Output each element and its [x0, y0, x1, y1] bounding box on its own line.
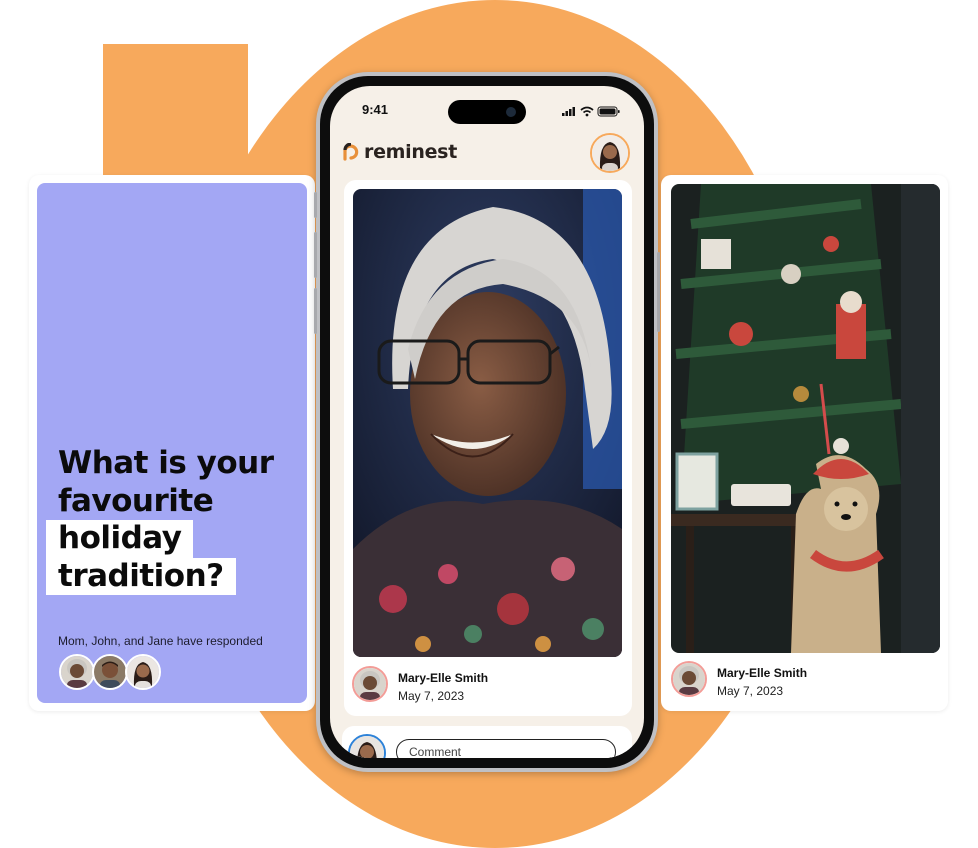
battery-icon: [597, 106, 620, 117]
wifi-icon: [580, 106, 594, 117]
profile-avatar[interactable]: [590, 133, 630, 173]
phone-screen: 9:41 reminest Mary-Elle Smith May 7, 202…: [330, 86, 644, 758]
prompt-question: What is your favourite holiday tradition…: [46, 445, 274, 595]
dynamic-island: [448, 100, 526, 124]
background-orange-block: [103, 44, 248, 184]
camera-icon: [506, 107, 516, 117]
phone-volume-down-button: [314, 288, 317, 334]
signal-icon: [562, 107, 575, 116]
prompt-card-background: What is your favourite holiday tradition…: [37, 183, 307, 703]
post-photo[interactable]: [353, 189, 622, 657]
phone-mute-button: [314, 192, 317, 218]
responded-text: Mom, John, and Jane have responded: [58, 634, 263, 648]
avatar-jane[interactable]: [125, 654, 161, 690]
author-avatar[interactable]: [352, 666, 388, 702]
status-icons: [562, 104, 622, 117]
responder-avatars: [59, 654, 169, 690]
app-logo[interactable]: reminest: [342, 140, 457, 164]
author-name[interactable]: Mary-Elle Smith: [398, 671, 488, 685]
phone-power-button: [657, 252, 660, 332]
prompt-question-highlight-line: holiday: [46, 520, 194, 558]
memory-date: May 7, 2023: [717, 684, 784, 698]
phone-frame: 9:41 reminest Mary-Elle Smith May 7, 202…: [314, 72, 660, 772]
comment-input[interactable]: [396, 739, 616, 758]
phone-bezel: 9:41 reminest Mary-Elle Smith May 7, 202…: [320, 76, 654, 768]
avatar-john[interactable]: [92, 654, 128, 690]
memory-card[interactable]: Mary-Elle Smith May 7, 2023: [661, 175, 948, 711]
commenter-avatar: [348, 734, 386, 758]
reminest-logo-icon: [343, 143, 359, 161]
app-name: reminest: [364, 141, 457, 163]
post-date: May 7, 2023: [398, 689, 465, 703]
status-time: 9:41: [362, 102, 389, 117]
memory-author-name[interactable]: Mary-Elle Smith: [717, 666, 807, 680]
phone-volume-up-button: [314, 232, 317, 278]
prompt-question-line: What is your: [58, 445, 274, 481]
comment-bar: [342, 726, 632, 758]
prompt-card[interactable]: What is your favourite holiday tradition…: [29, 175, 315, 711]
memory-author-avatar[interactable]: [671, 661, 707, 697]
post-card[interactable]: Mary-Elle Smith May 7, 2023: [344, 180, 632, 716]
memory-photo[interactable]: [671, 184, 940, 653]
prompt-question-highlight-line: tradition?: [46, 557, 236, 595]
avatar-mom[interactable]: [59, 654, 95, 690]
prompt-question-line: favourite: [58, 482, 214, 519]
